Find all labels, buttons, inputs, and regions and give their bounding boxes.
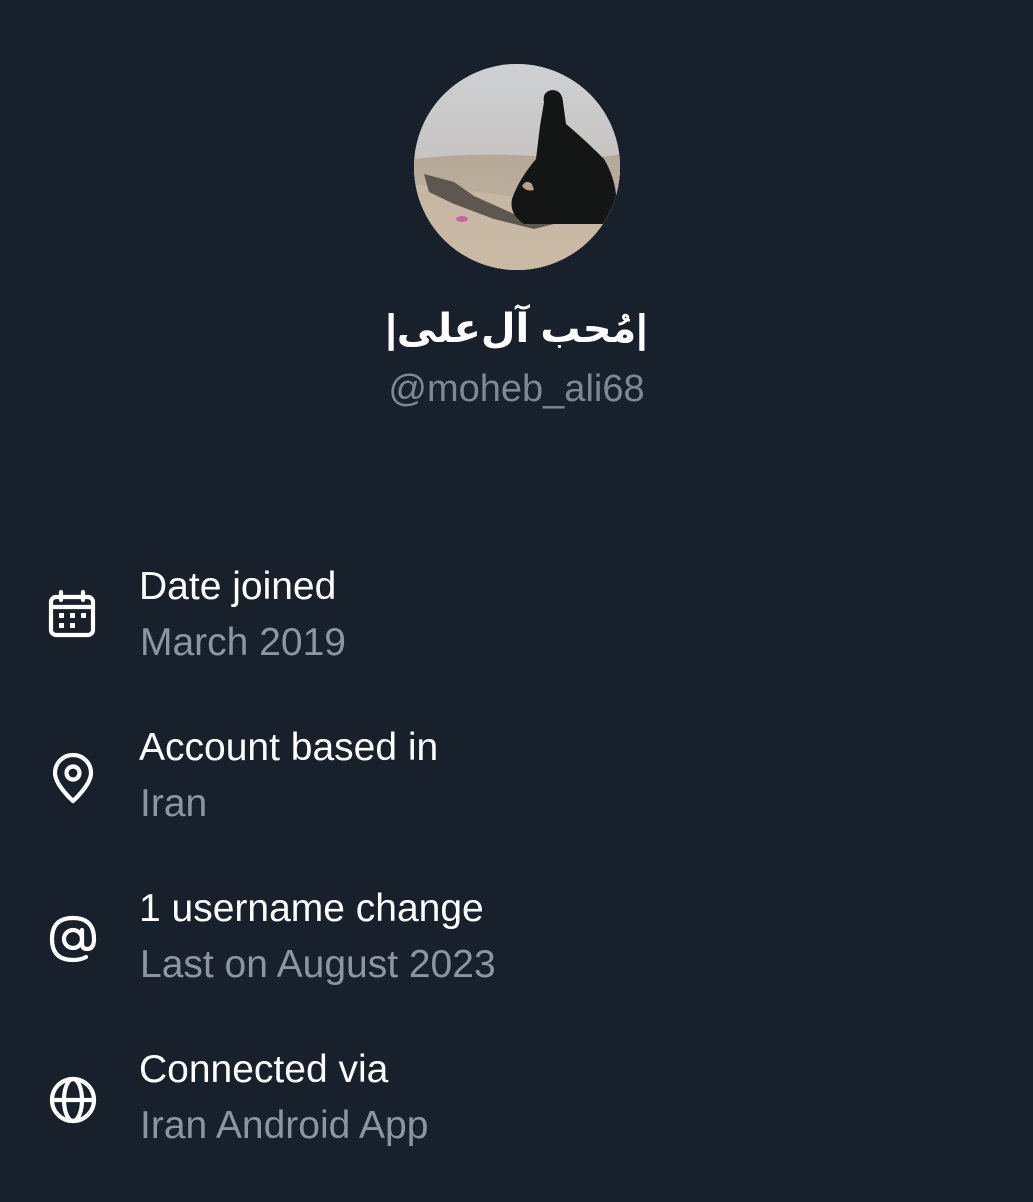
profile-header: |مُحب آل‌علی| @moheb_ali68 xyxy=(0,0,1033,470)
info-row-username-changes: 1 username change Last on August 2023 xyxy=(0,880,1033,1041)
info-row-connected-via: Connected via Iran Android App xyxy=(0,1041,1033,1202)
username-handle[interactable]: @moheb_ali68 xyxy=(0,364,1033,414)
avatar-image xyxy=(414,64,620,270)
info-value: Iran Android App xyxy=(140,1104,429,1147)
at-sign-icon xyxy=(44,910,102,968)
location-pin-icon xyxy=(44,749,102,807)
account-info-list: Date joined March 2019 Account based in … xyxy=(0,558,1033,1202)
globe-icon xyxy=(44,1071,102,1129)
display-name: |مُحب آل‌علی| xyxy=(385,307,648,351)
calendar-icon xyxy=(44,588,102,646)
info-title: Account based in xyxy=(139,726,439,769)
info-title: 1 username change xyxy=(139,887,484,930)
avatar[interactable] xyxy=(414,64,620,270)
info-title: Date joined xyxy=(139,565,337,608)
info-row-date-joined: Date joined March 2019 xyxy=(0,558,1033,719)
info-value: March 2019 xyxy=(140,621,346,664)
info-row-account-location: Account based in Iran xyxy=(0,719,1033,880)
info-title: Connected via xyxy=(139,1048,389,1091)
info-value: Last on August 2023 xyxy=(140,943,496,986)
info-value: Iran xyxy=(140,782,208,825)
